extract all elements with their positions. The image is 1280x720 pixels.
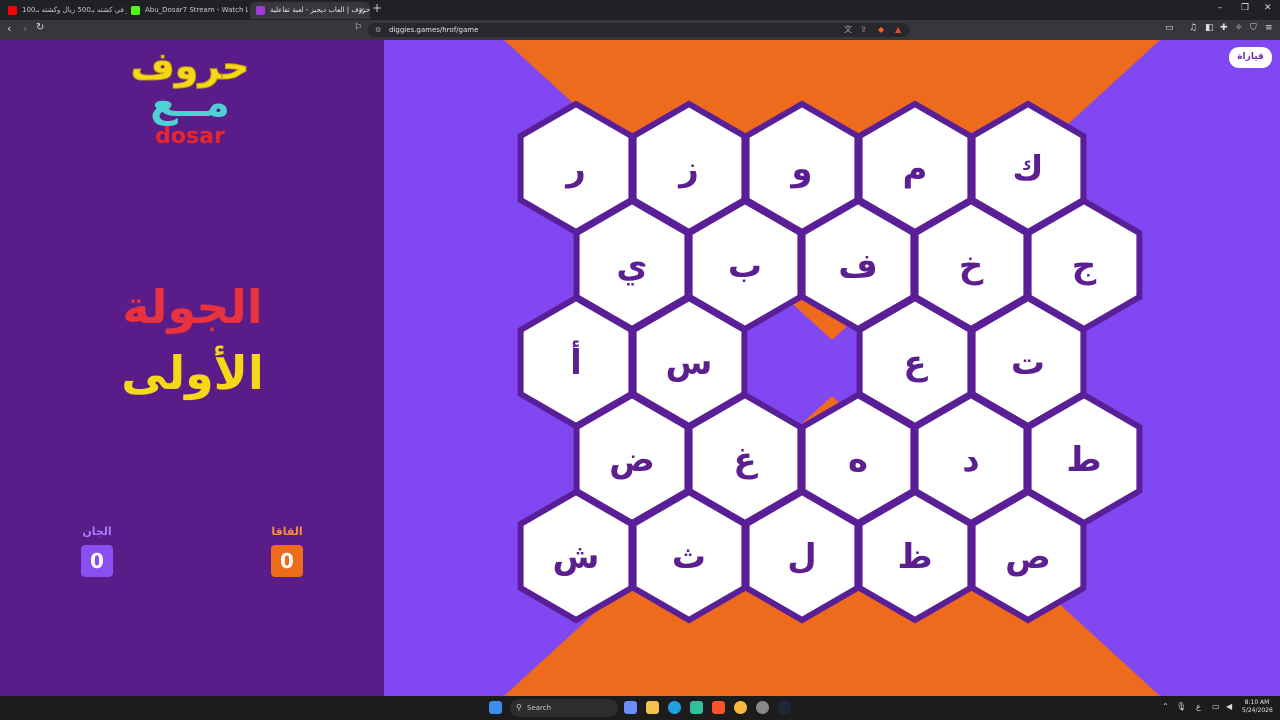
- board-background: ر ز و م ك ي ب ف خ ج أ س ع ت ض غ ه د ط ش ث ل ظ ص: [504, 40, 1160, 696]
- diggies-icon: [256, 6, 265, 15]
- taskbar: ⚲ Search ⌃ 🎙 ع ▭ ◀ 8:10 AM 5/24/2026: [0, 696, 1280, 720]
- brave-shields-icon[interactable]: ◆: [878, 23, 884, 37]
- edge-icon[interactable]: [668, 701, 681, 714]
- quit-button[interactable]: قيازاة: [1229, 47, 1272, 68]
- hex-cell-letter: خ: [959, 246, 984, 286]
- round-title-line1: الجولة: [122, 280, 263, 334]
- hex-cell-letter: ت: [1011, 343, 1045, 383]
- leo-icon[interactable]: ✧: [1235, 23, 1243, 33]
- brave-icon[interactable]: [712, 701, 725, 714]
- search-label: Search: [527, 704, 552, 712]
- address-bar[interactable]: ⚙ diggies.games/hrof/game 文 ⇪ ◆ ▲: [368, 23, 910, 37]
- hex-cell-letter: و: [789, 149, 812, 189]
- hex-cell-letter: ظ: [897, 537, 932, 577]
- team-jan-name: الجان: [82, 525, 112, 538]
- taskbar-search[interactable]: ⚲ Search: [510, 699, 618, 717]
- round-title-line2: الأولى: [121, 346, 264, 400]
- url-text: diggies.games/hrof/game: [389, 26, 479, 34]
- wallet-icon[interactable]: ▭: [1165, 23, 1174, 33]
- hex-cell-letter: ث: [672, 537, 706, 577]
- kick-icon: [131, 6, 140, 15]
- search-icon: ⚲: [516, 703, 522, 712]
- minimize-icon[interactable]: –: [1218, 3, 1223, 13]
- lang-indicator[interactable]: ع: [1196, 702, 1201, 711]
- team-qaqa-name: القاقا: [271, 525, 303, 538]
- volume-icon[interactable]: ◀: [1226, 702, 1232, 711]
- hex-cell-letter: ه: [848, 440, 868, 480]
- tab-2[interactable]: Abu_Dosar7 Stream - Watch Live on Kick: [125, 2, 248, 19]
- start-icon[interactable]: [489, 701, 502, 714]
- youtube-icon: [8, 6, 17, 15]
- close-window-icon[interactable]: ✕: [1264, 3, 1272, 13]
- hex-cell-letter: ي: [616, 246, 647, 286]
- hex-cell-letter: ش: [553, 537, 600, 577]
- logo-word-dosar: dosar: [155, 124, 225, 149]
- hex-cell-letter: ع: [903, 343, 928, 383]
- new-tab-icon[interactable]: +: [372, 1, 382, 15]
- clock-date: 5/24/2026: [1242, 707, 1273, 714]
- clock-time: 8:10 AM: [1244, 699, 1270, 706]
- network-icon[interactable]: ▭: [1212, 702, 1220, 711]
- file-explorer-icon[interactable]: [646, 701, 659, 714]
- logo-word-maa: مــع: [150, 80, 230, 126]
- translate-icon[interactable]: 文: [844, 23, 852, 37]
- hex-cell-letter: س: [666, 343, 713, 383]
- site-info-icon[interactable]: ⚙: [375, 23, 381, 37]
- vpn-icon[interactable]: ⛉: [1250, 23, 1257, 33]
- app-icon[interactable]: [690, 701, 703, 714]
- reload-icon[interactable]: ↻: [36, 22, 44, 33]
- task-view-icon[interactable]: [624, 701, 637, 714]
- team-qaqa-score: 0: [271, 545, 303, 577]
- hex-cell-letter: ط: [1066, 440, 1101, 480]
- team-jan-score: 0: [81, 545, 113, 577]
- menu-icon[interactable]: ≡: [1265, 23, 1273, 33]
- hex-cell-letter: ض: [609, 440, 655, 480]
- browser-toolbar: ‹ › ↻ ⚐ ⚙ diggies.games/hrof/game 文 ⇪ ◆ …: [0, 20, 1280, 40]
- hex-cell-letter: ك: [1012, 149, 1043, 189]
- hex-cell-letter: ص: [1005, 537, 1051, 577]
- sidebar-icon[interactable]: ◧: [1205, 23, 1214, 33]
- hex-cell-letter: ف: [838, 246, 878, 286]
- tab-3-active[interactable]: لعبة حروف | العاب ديجيز - لعبة تفاعلية ✕: [250, 2, 370, 19]
- tab-title: لعبة حروف | العاب ديجيز - لعبة تفاعلية: [270, 6, 370, 14]
- forward-icon[interactable]: ›: [23, 22, 27, 35]
- steam-icon[interactable]: [778, 701, 791, 714]
- discord-icon[interactable]: [734, 701, 747, 714]
- tab-1[interactable]: فالكونز في كشته بـ500 ريال وكشته بـ100..…: [2, 2, 127, 19]
- clock[interactable]: 8:10 AM 5/24/2026: [1242, 699, 1273, 715]
- hex-cell-letter: غ: [733, 440, 758, 480]
- hex-grid: ر ز و م ك ي ب ف خ ج أ س ع ت ض غ ه د ط ش ث ل ظ ص: [517, 100, 1143, 624]
- mic-icon[interactable]: 🎙: [1176, 702, 1186, 711]
- hex-cell-letter: ل: [787, 537, 817, 577]
- rewards-icon[interactable]: ▲: [895, 23, 901, 37]
- hex-cell-letter: د: [962, 440, 979, 480]
- tray-chevron-icon[interactable]: ⌃: [1162, 702, 1169, 711]
- music-icon[interactable]: ♫: [1189, 23, 1197, 33]
- extensions-icon[interactable]: ✚: [1220, 23, 1228, 33]
- share-icon[interactable]: ⇪: [860, 23, 867, 37]
- tab-title: Abu_Dosar7 Stream - Watch Live on Kick: [145, 6, 248, 14]
- hex-cell-letter: م: [903, 149, 928, 189]
- bookmark-icon[interactable]: ⚐: [354, 23, 362, 33]
- close-tab-icon[interactable]: ✕: [358, 2, 365, 19]
- tab-strip: فالكونز في كشته بـ500 ريال وكشته بـ100..…: [0, 0, 1280, 20]
- tab-title: فالكونز في كشته بـ500 ريال وكشته بـ100..…: [22, 6, 127, 14]
- hex-cell-letter: ب: [728, 246, 762, 286]
- restore-icon[interactable]: ❐: [1241, 3, 1249, 13]
- game-board: ر ز و م ك ي ب ف خ ج أ س ع ت ض غ ه د ط ش ث ل ظ ص: [384, 40, 1280, 696]
- back-icon[interactable]: ‹: [7, 22, 11, 35]
- hex-cell-letter: أ: [570, 340, 582, 383]
- hex-cell-letter: ز: [677, 149, 699, 189]
- obs-icon[interactable]: [756, 701, 769, 714]
- hex-cell-letter: ج: [1072, 246, 1097, 286]
- hex-cell-letter: ر: [564, 149, 586, 189]
